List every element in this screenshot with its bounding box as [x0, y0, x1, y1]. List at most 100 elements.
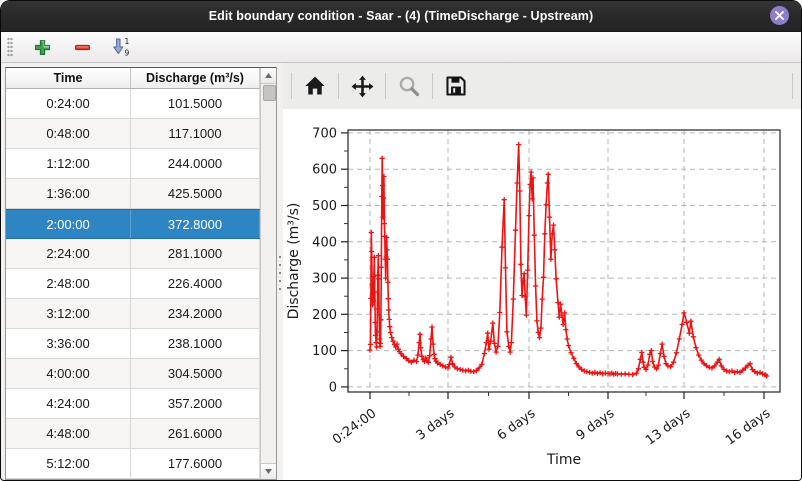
chart-x-tick-label: 9 days: [574, 406, 618, 444]
svg-text:400: 400: [312, 235, 337, 250]
table-body: 0:24:00101.50000:48:00117.10001:12:00244…: [6, 89, 260, 479]
sort-ascending-icon: 1 9: [112, 37, 133, 57]
discharge-cell[interactable]: 238.1000: [131, 329, 260, 358]
home-icon: [304, 75, 326, 97]
svg-text:200: 200: [312, 308, 337, 323]
time-cell[interactable]: 5:12:00: [6, 449, 131, 478]
column-header-time[interactable]: Time: [6, 68, 131, 88]
pan-icon: [351, 75, 374, 98]
svg-text:1: 1: [124, 37, 129, 46]
splitter-grip-icon: [278, 253, 282, 291]
discharge-cell[interactable]: 244.0000: [131, 149, 260, 178]
chart-x-tick-label: 3 days: [414, 406, 458, 444]
boundary-table: Time Discharge (m³/s) 0:24:00101.50000:4…: [5, 67, 277, 480]
table-row[interactable]: 1:36:00425.5000: [6, 179, 260, 209]
chart-zoom-button[interactable]: [395, 72, 423, 100]
save-icon: [445, 75, 467, 97]
chart-pan-button[interactable]: [348, 72, 376, 100]
add-row-button[interactable]: [29, 35, 55, 59]
table-row[interactable]: 1:12:00244.0000: [6, 149, 260, 179]
time-cell[interactable]: 4:24:00: [6, 389, 131, 418]
discharge-cell[interactable]: 357.2000: [131, 389, 260, 418]
scroll-down-button[interactable]: [261, 463, 276, 479]
table-scrollbar[interactable]: [260, 68, 276, 479]
chart-x-tick-label: 6 days: [495, 406, 539, 444]
table-toolbar: 1 9: [1, 32, 801, 63]
chart-series-markers: [367, 142, 769, 379]
window-title: Edit boundary condition - Saar - (4) (Ti…: [209, 9, 594, 23]
discharge-cell[interactable]: 117.1000: [131, 119, 260, 148]
chart-series-line: [370, 145, 767, 377]
svg-text:600: 600: [312, 163, 337, 178]
arrow-up-icon: [265, 73, 272, 78]
discharge-cell[interactable]: 177.6000: [131, 449, 260, 478]
table-cells: Time Discharge (m³/s) 0:24:00101.50000:4…: [6, 68, 260, 479]
table-row[interactable]: 2:00:00372.8000: [6, 209, 260, 239]
close-icon: [775, 11, 784, 20]
column-header-discharge[interactable]: Discharge (m³/s): [131, 68, 260, 88]
table-row[interactable]: 2:24:00281.1000: [6, 239, 260, 269]
discharge-chart: 01002003004005006007000:24:003 days6 day…: [283, 109, 801, 480]
time-cell[interactable]: 3:36:00: [6, 329, 131, 358]
chart-home-button[interactable]: [301, 72, 329, 100]
scroll-up-button[interactable]: [261, 68, 276, 84]
toolbar-separator: [432, 73, 433, 99]
arrow-down-icon: [265, 469, 272, 474]
table-row[interactable]: 3:12:00234.2000: [6, 299, 260, 329]
table-row[interactable]: 4:48:00261.6000: [6, 419, 260, 449]
chart-canvas[interactable]: 01002003004005006007000:24:003 days6 day…: [283, 109, 801, 480]
time-cell[interactable]: 0:24:00: [6, 89, 131, 118]
table-row[interactable]: 2:48:00226.4000: [6, 269, 260, 299]
svg-text:500: 500: [312, 199, 337, 214]
discharge-cell[interactable]: 281.1000: [131, 239, 260, 268]
time-cell[interactable]: 4:48:00: [6, 419, 131, 448]
discharge-cell[interactable]: 101.5000: [131, 89, 260, 118]
edit-boundary-condition-dialog: Edit boundary condition - Saar - (4) (Ti…: [0, 0, 802, 481]
chart-toolbar: [283, 63, 801, 109]
title-bar[interactable]: Edit boundary condition - Saar - (4) (Ti…: [1, 1, 801, 32]
toolbar-separator: [385, 73, 386, 99]
main-area: Time Discharge (m³/s) 0:24:00101.50000:4…: [1, 63, 801, 480]
table-row[interactable]: 5:12:00177.6000: [6, 449, 260, 479]
close-button[interactable]: [770, 6, 789, 25]
discharge-cell[interactable]: 372.8000: [131, 210, 260, 238]
table-row[interactable]: 4:24:00357.2000: [6, 389, 260, 419]
chart-panel: 01002003004005006007000:24:003 days6 day…: [283, 63, 801, 480]
discharge-cell[interactable]: 304.5000: [131, 359, 260, 388]
add-row-icon: [34, 39, 51, 56]
chart-x-tick-label: 13 days: [643, 406, 694, 448]
discharge-cell[interactable]: 261.6000: [131, 419, 260, 448]
table-row[interactable]: 4:00:00304.5000: [6, 359, 260, 389]
svg-text:100: 100: [312, 344, 337, 359]
chart-xlabel: Time: [546, 452, 581, 468]
discharge-cell[interactable]: 425.5000: [131, 179, 260, 208]
time-cell[interactable]: 1:12:00: [6, 149, 131, 178]
table-row[interactable]: 0:24:00101.5000: [6, 89, 260, 119]
svg-text:9: 9: [124, 49, 129, 57]
time-cell[interactable]: 2:48:00: [6, 269, 131, 298]
table-row[interactable]: 0:48:00117.1000: [6, 119, 260, 149]
sort-rows-button[interactable]: 1 9: [109, 35, 135, 59]
time-cell[interactable]: 2:24:00: [6, 239, 131, 268]
discharge-cell[interactable]: 226.4000: [131, 269, 260, 298]
time-cell[interactable]: 2:00:00: [6, 210, 131, 238]
svg-text:700: 700: [312, 126, 337, 141]
table-row[interactable]: 3:36:00238.1000: [6, 329, 260, 359]
toolbar-separator: [338, 73, 339, 99]
chart-save-button[interactable]: [442, 72, 470, 100]
time-cell[interactable]: 0:48:00: [6, 119, 131, 148]
table-header: Time Discharge (m³/s): [6, 68, 260, 89]
discharge-cell[interactable]: 234.2000: [131, 299, 260, 328]
time-cell[interactable]: 1:36:00: [6, 179, 131, 208]
svg-text:0: 0: [329, 380, 337, 395]
time-cell[interactable]: 4:00:00: [6, 359, 131, 388]
chart-x-tick-label: 16 days: [723, 406, 774, 448]
remove-row-icon: [74, 39, 91, 56]
toolbar-drag-handle[interactable]: [7, 37, 13, 57]
time-cell[interactable]: 3:12:00: [6, 299, 131, 328]
remove-row-button[interactable]: [69, 35, 95, 59]
zoom-icon: [398, 75, 420, 97]
toolbar-separator: [291, 73, 292, 99]
chart-gridlines: [348, 130, 780, 392]
scrollbar-thumb[interactable]: [263, 85, 276, 101]
